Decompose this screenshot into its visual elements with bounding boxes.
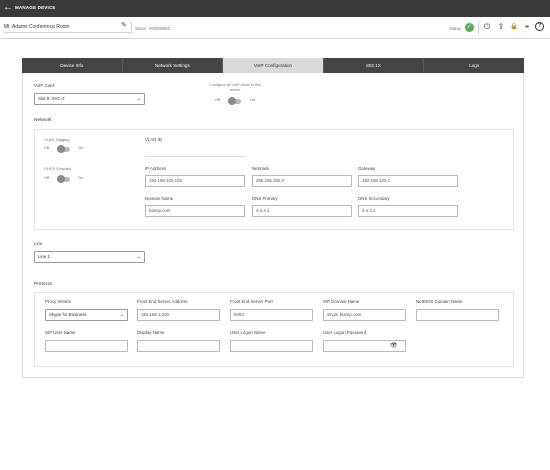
line-value: Line 1	[38, 254, 50, 259]
sip-domain-input[interactable]: skype.biamp.com	[323, 309, 406, 321]
front-end-address-input[interactable]: 192.168.1.200	[137, 309, 220, 321]
protocol-section-title: Protocol	[34, 282, 52, 287]
sip-user-name-input[interactable]	[45, 340, 128, 352]
toggle-knob	[228, 97, 236, 105]
divider	[478, 22, 479, 34]
serial-label: Serial	[135, 26, 146, 31]
line-label: Line	[34, 241, 43, 246]
front-end-port-label: Front End Server Port	[230, 299, 273, 304]
tab-logs[interactable]: Logs	[424, 58, 524, 73]
sip-domain-label: SIP Domain Name	[323, 299, 360, 304]
tab-bar: Device Info Network Settings VoIP Config…	[22, 58, 524, 73]
power-icon[interactable]: ⏻	[482, 22, 492, 32]
configure-all-toggle[interactable]	[228, 97, 241, 105]
proxy-vendor-select[interactable]: Skype for Business ⌄	[45, 309, 128, 321]
dhcp-enabled-label: DHCP Enabled	[44, 166, 72, 171]
netmask-input[interactable]: 255.255.255.0	[252, 175, 352, 187]
device-name-field[interactable]: Mt. Adams Conference Room	[4, 24, 130, 33]
netbios-domain-label: NetBIOS Domain Name	[416, 299, 463, 304]
toggle-knob	[57, 145, 65, 153]
ip-address-label: IP Address	[145, 166, 167, 171]
tab-device-info[interactable]: Device Info	[22, 58, 123, 73]
vlan-tagging-toggle[interactable]	[57, 145, 70, 153]
protocol-group: Proxy Vendor Skype for Business ⌄ Front …	[34, 292, 514, 367]
tab-8021x[interactable]: 802.1X	[324, 58, 425, 73]
serial-value: #00090962	[149, 26, 170, 31]
display-name-label: Display Name	[137, 330, 165, 335]
toggle-on-label: On	[250, 98, 256, 102]
gateway-input[interactable]: 192.168.100.1	[358, 175, 458, 187]
user-logon-name-label: User Logon Name	[230, 330, 266, 335]
line-select[interactable]: Line 1 ⌄	[34, 251, 145, 263]
configure-all-label: Configure all VoIP cards in this device	[209, 83, 261, 92]
toggle-off-label: Off	[44, 176, 49, 180]
status-ok-icon: ✓	[465, 23, 474, 32]
lock-icon[interactable]: 🔒	[509, 22, 519, 32]
location-pin-icon[interactable]: ⌖	[522, 22, 532, 32]
toggle-off-label: Off	[215, 98, 220, 102]
voip-card-label: VoIP Card	[34, 83, 54, 88]
proxy-vendor-label: Proxy Vendor	[45, 299, 72, 304]
pencil-icon[interactable]: ✎	[121, 22, 129, 30]
network-section-title: Network	[34, 118, 52, 123]
vlan-id-input[interactable]	[145, 145, 245, 157]
toggle-on-label: On	[78, 176, 84, 180]
voip-config-panel: VoIP Card Slot 9: SVC-2 ⌄ Configure all …	[22, 73, 524, 378]
display-name-input[interactable]	[137, 340, 220, 352]
toggle-off-label: Off	[44, 146, 49, 150]
eye-icon[interactable]: 👁	[390, 342, 398, 349]
domain-name-input[interactable]: biamp.com	[145, 205, 245, 217]
chevron-down-icon: ⌄	[136, 254, 141, 260]
toggle-on-label: On	[78, 146, 84, 150]
front-end-port-input[interactable]: 5063	[230, 309, 313, 321]
tab-network-settings[interactable]: Network Settings	[123, 58, 224, 73]
gateway-label: Gateway	[358, 166, 376, 171]
dns-primary-label: DNS Primary	[252, 196, 278, 201]
netbios-domain-input[interactable]	[416, 309, 499, 321]
user-logon-password-label: User Logon Password	[323, 330, 367, 335]
netmask-label: Netmask	[252, 166, 270, 171]
tab-voip-configuration[interactable]: VoIP Configuration	[223, 58, 324, 73]
top-bar: ← MANAGE DEVICE	[0, 0, 550, 17]
voip-card-value: Slot 9: SVC-2	[38, 96, 65, 101]
divider	[131, 22, 132, 34]
vlan-tagging-label: VLAN Tagging	[44, 137, 70, 142]
chevron-down-icon: ⌄	[119, 312, 124, 318]
dns-secondary-label: DNS Secondary	[358, 196, 390, 201]
proxy-vendor-value: Skype for Business	[49, 312, 87, 317]
ip-address-input[interactable]: 192.168.100.103	[145, 175, 245, 187]
front-end-address-label: Front End Server Address	[137, 299, 188, 304]
voip-card-select[interactable]: Slot 9: SVC-2 ⌄	[34, 93, 145, 105]
network-group: VLAN Tagging Off On DHCP Enabled Off On …	[34, 129, 514, 230]
dhcp-toggle[interactable]	[57, 175, 70, 183]
help-icon[interactable]: ?	[535, 22, 544, 31]
upload-icon[interactable]: ⇪	[496, 22, 506, 32]
back-arrow-icon[interactable]: ←	[3, 2, 13, 14]
dns-secondary-input[interactable]: 4.4.4.2	[358, 205, 458, 217]
vlan-id-label: VLAN ID	[145, 137, 163, 142]
toggle-knob	[57, 175, 65, 183]
sip-user-name-label: SIP User Name	[45, 330, 76, 335]
status-label: Status	[449, 26, 461, 31]
user-logon-name-input[interactable]	[230, 340, 313, 352]
device-header: Mt. Adams Conference Room ✎ Serial #0009…	[0, 17, 550, 39]
dns-primary-input[interactable]: 4.4.4.1	[252, 205, 352, 217]
page-title: MANAGE DEVICE	[15, 5, 56, 10]
domain-name-label: Domain Name	[145, 196, 174, 201]
chevron-down-icon: ⌄	[136, 96, 141, 102]
